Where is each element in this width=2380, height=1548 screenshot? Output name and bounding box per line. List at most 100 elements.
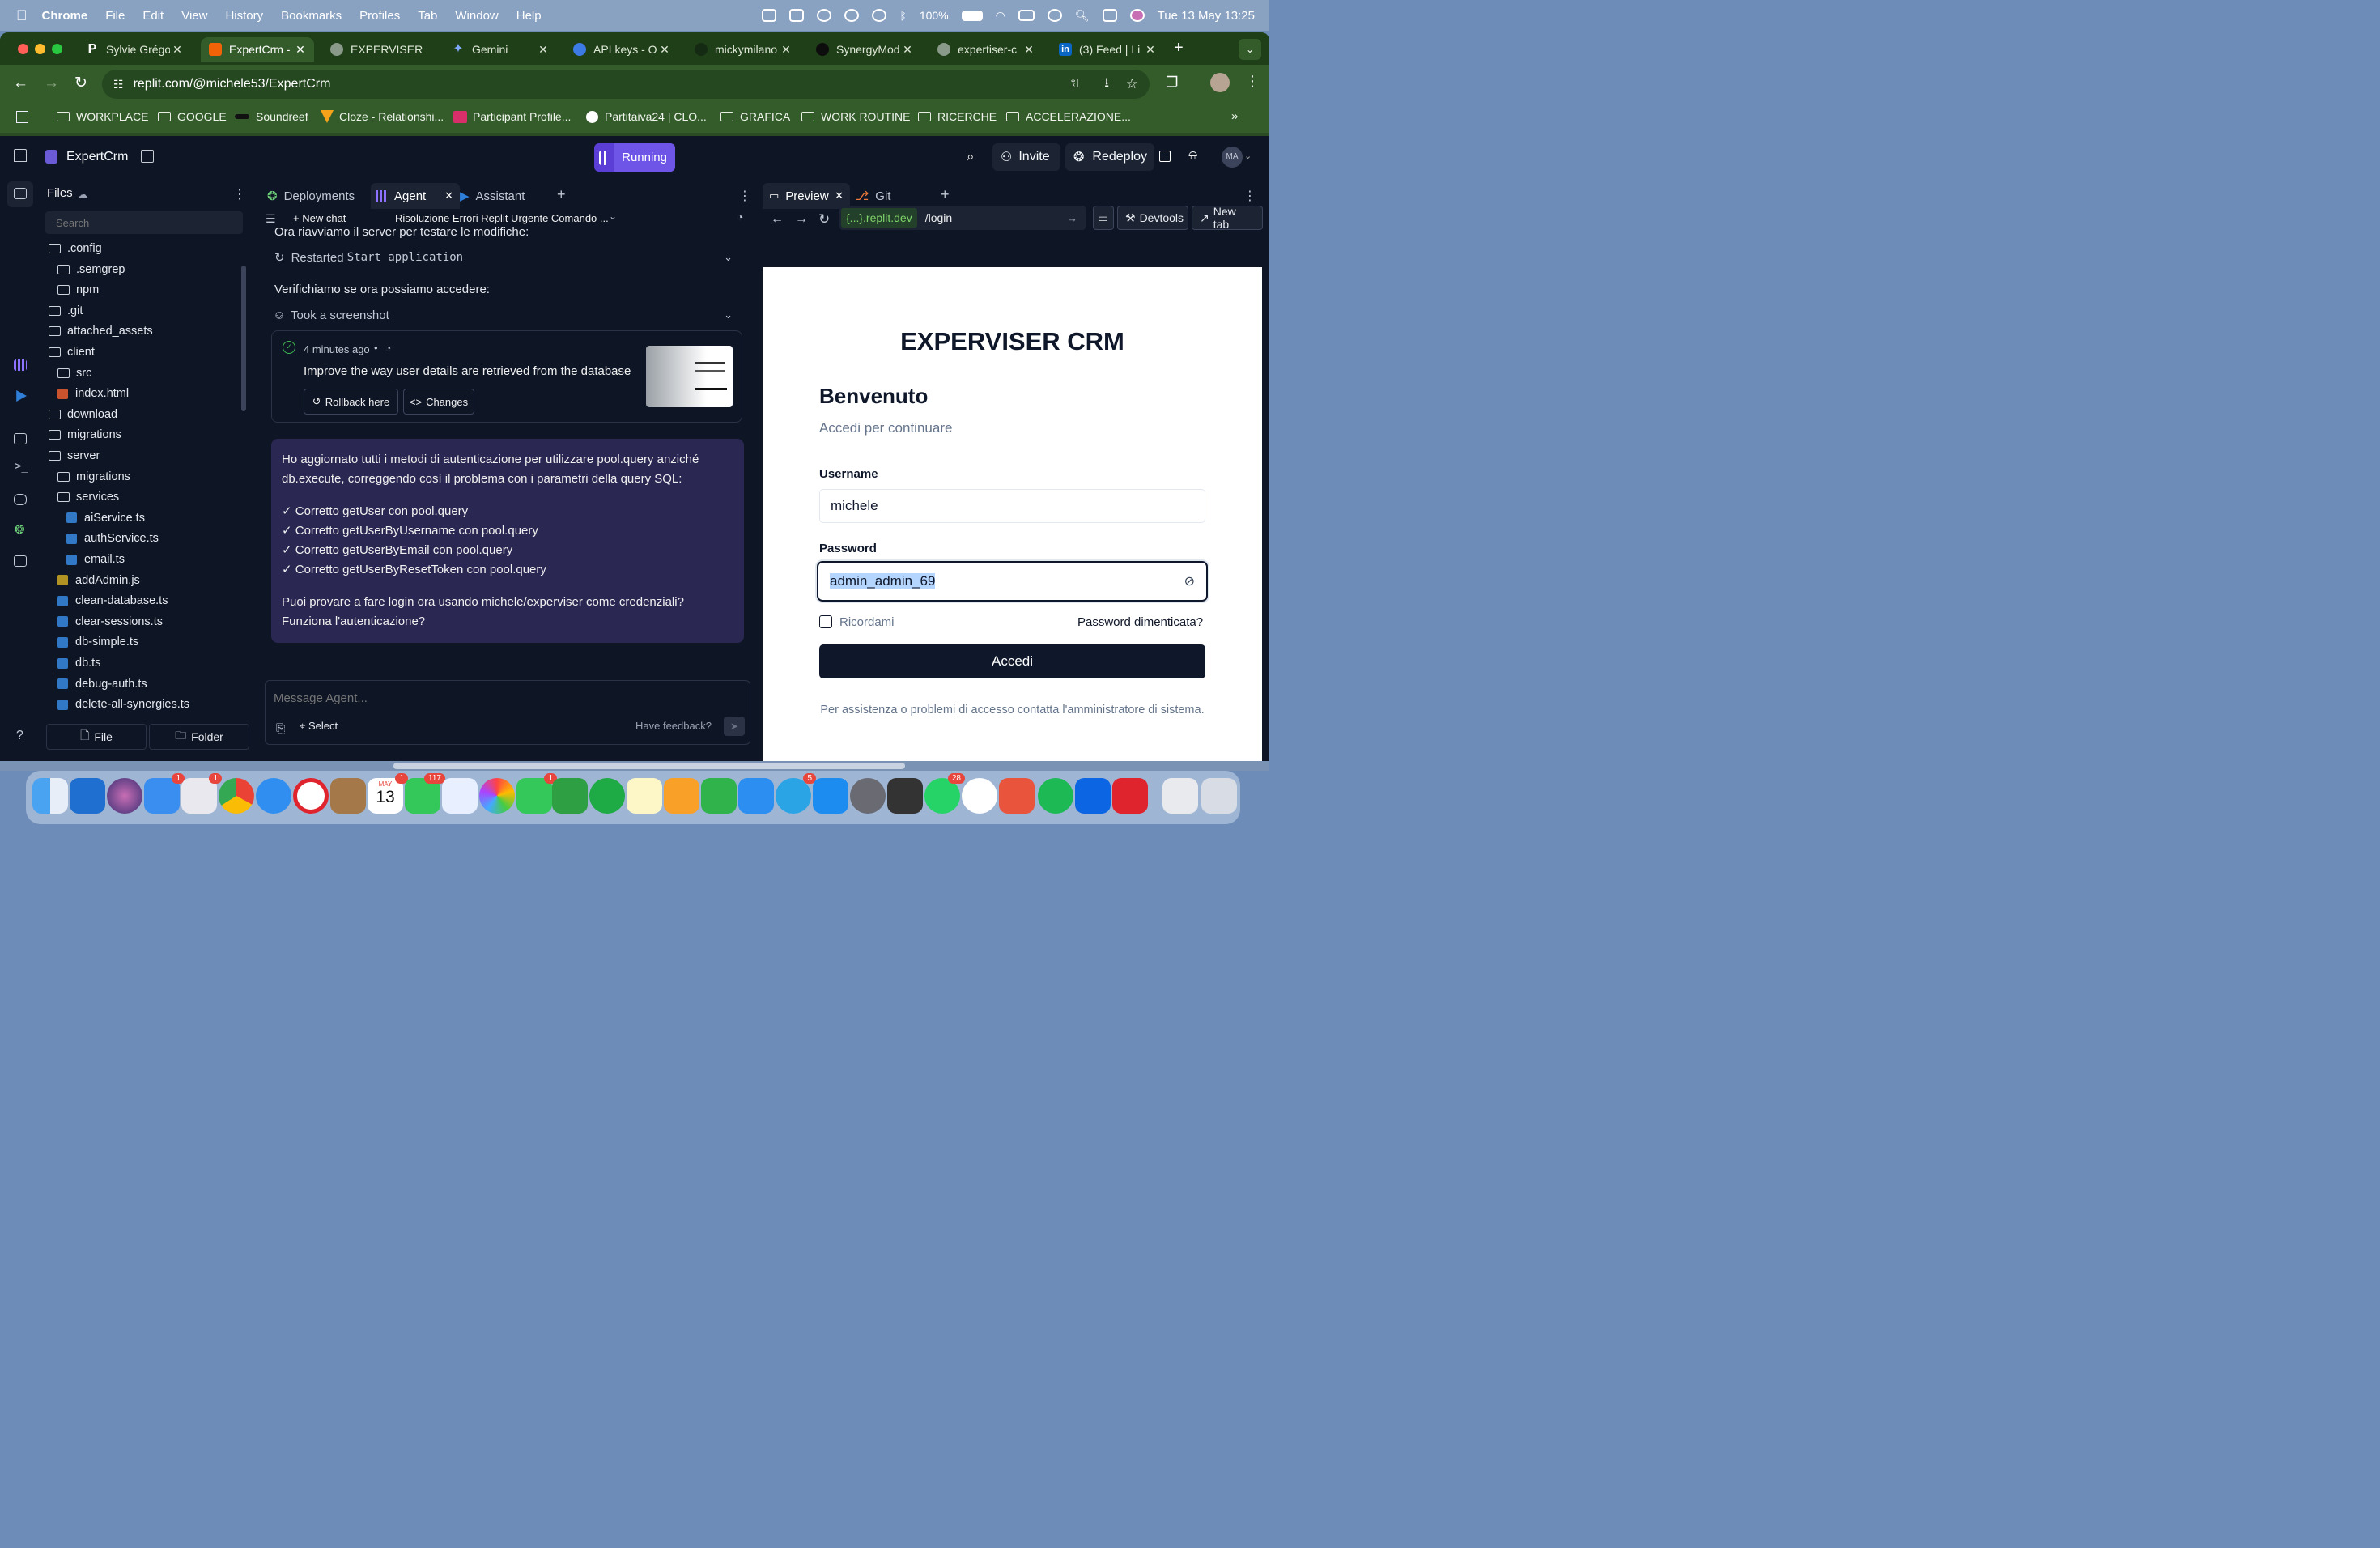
close-tab-icon[interactable]: ✕	[536, 43, 550, 57]
tab-preview[interactable]: ▭ Preview ✕	[763, 183, 850, 209]
notes-icon[interactable]	[627, 778, 662, 814]
messages-icon[interactable]: 117	[405, 773, 445, 814]
battery-icon[interactable]	[961, 10, 983, 21]
menu-window[interactable]: Window	[455, 9, 498, 23]
browser-tab-4[interactable]: ✦ Gemini ✕	[444, 37, 557, 62]
file-tree-item[interactable]: server	[49, 447, 100, 465]
thread-title[interactable]: Risoluzione Errori Replit Urgente Comand…	[395, 212, 609, 224]
back-arrow-icon[interactable]: ←	[13, 74, 28, 92]
bookmark-accelerazione[interactable]: ACCELERAZIONE...	[1006, 110, 1131, 123]
file-tree-item[interactable]: delete-all-synergies.ts	[57, 695, 189, 713]
file-tree-item[interactable]: attached_assets	[49, 322, 153, 340]
browser-tab-2[interactable]: ExpertCrm - ✕	[201, 37, 314, 62]
history-list-icon[interactable]: ☰	[266, 212, 276, 226]
close-tab-icon[interactable]: ✕	[657, 43, 672, 57]
launchpad-icon[interactable]: 1	[181, 773, 222, 814]
preview-back-icon[interactable]: ←	[771, 212, 784, 227]
preview-monitor-icon[interactable]	[14, 433, 27, 444]
acrobat-icon[interactable]	[1112, 778, 1148, 814]
new-file-button[interactable]: 🗋︎ File	[46, 724, 147, 750]
menu-app-name[interactable]: Chrome	[42, 9, 88, 23]
rollback-button[interactable]: ↺ Rollback here	[304, 389, 398, 415]
app-store-icon[interactable]	[813, 778, 848, 814]
finder-icon[interactable]	[32, 778, 68, 814]
file-tree-item[interactable]: .semgrep	[57, 261, 125, 279]
file-tree-item[interactable]: clear-sessions.ts	[57, 613, 163, 631]
tab-assistant[interactable]: ▶ Assistant	[460, 183, 541, 209]
browser-tab-3[interactable]: EXPERVISER	[322, 37, 436, 62]
browser-tab-8[interactable]: expertiser-c ✕	[929, 37, 1043, 62]
close-tab-icon[interactable]: ✕	[900, 43, 915, 57]
close-tab-icon[interactable]: ✕	[444, 189, 453, 202]
menu-tab[interactable]: Tab	[418, 9, 437, 23]
add-tab-plus-icon[interactable]: +	[557, 186, 566, 203]
keyboard-icon[interactable]	[1018, 10, 1035, 21]
password-field[interactable]: admin_admin_69 ⊘	[817, 561, 1208, 602]
play-status-icon[interactable]	[844, 9, 860, 22]
chatgpt-icon[interactable]	[962, 778, 997, 814]
close-tab-icon[interactable]: ✕	[293, 43, 308, 57]
siri-icon[interactable]	[1129, 9, 1145, 22]
menu-view[interactable]: View	[181, 9, 207, 23]
downloads-stack-icon[interactable]	[1162, 778, 1198, 814]
select-element-button[interactable]: ⌖ Select	[300, 720, 338, 733]
chat-icon[interactable]	[552, 778, 588, 814]
add-tab-plus-icon[interactable]: +	[941, 186, 950, 203]
forgot-password-link[interactable]: Password dimenticata?	[1077, 615, 1203, 629]
contacts-icon[interactable]	[330, 778, 366, 814]
file-tree-item[interactable]: .config	[49, 240, 102, 257]
airdrop-icon[interactable]	[872, 9, 887, 22]
bookmark-ricerche[interactable]: RICERCHE	[918, 110, 997, 123]
search-icon[interactable]: ⌕	[967, 149, 975, 165]
close-tab-icon[interactable]: ✕	[835, 189, 844, 202]
panel-menu-icon[interactable]: ⋮	[738, 188, 751, 204]
close-tab-icon[interactable]: ✕	[170, 43, 185, 57]
menu-file[interactable]: File	[105, 9, 125, 23]
file-tree-item[interactable]: migrations	[49, 426, 121, 444]
file-tree-item[interactable]: client	[49, 343, 95, 361]
menu-history[interactable]: History	[225, 9, 263, 23]
feedback-link[interactable]: Have feedback?	[635, 720, 712, 732]
trash-icon[interactable]	[1201, 778, 1237, 814]
forward-arrow-icon[interactable]: →	[44, 74, 59, 92]
file-tree-item[interactable]: npm	[57, 281, 99, 299]
changes-button[interactable]: <> Changes	[403, 389, 474, 415]
browser-tab-7[interactable]: SynergyMod ✕	[808, 37, 921, 62]
browser-tab-9[interactable]: in (3) Feed | Li ✕	[1051, 37, 1164, 62]
files-menu-icon[interactable]: ⋮	[233, 186, 246, 202]
new-folder-button[interactable]: 🗀︎ Folder	[149, 724, 249, 750]
file-tree-item[interactable]: db-simple.ts	[57, 633, 138, 651]
chatgpt-status-icon[interactable]	[817, 9, 832, 22]
close-tab-icon[interactable]: ✕	[779, 43, 793, 57]
calendar-icon[interactable]: MAY 13 1	[368, 773, 408, 814]
file-tree-item[interactable]: download	[49, 406, 117, 423]
evernote-icon[interactable]	[589, 778, 625, 814]
opera-icon[interactable]	[293, 778, 329, 814]
apps-grid-icon[interactable]	[16, 111, 28, 123]
agent-icon[interactable]	[14, 359, 27, 371]
send-icon[interactable]: ➤	[724, 717, 745, 736]
bookmark-star-icon[interactable]: ☆	[1126, 76, 1138, 92]
close-window-button[interactable]	[18, 44, 28, 54]
restart-action-row[interactable]: ↻ Restarted Start application ⌄	[274, 248, 737, 267]
files-search-input[interactable]	[45, 211, 243, 234]
maps-icon[interactable]	[442, 778, 478, 814]
preview-reload-icon[interactable]: ↻	[818, 211, 830, 228]
screenshot-thumbnail[interactable]	[646, 346, 733, 407]
chrome-menu-icon[interactable]: ⋮	[1245, 73, 1260, 90]
file-tree-item[interactable]: clean-database.ts	[57, 592, 168, 610]
redeploy-button[interactable]: ❂ Redeploy	[1065, 143, 1154, 171]
menu-help[interactable]: Help	[516, 9, 542, 23]
telegram-icon[interactable]: 5	[776, 773, 816, 814]
profile-avatar[interactable]	[1210, 73, 1230, 92]
deployments-icon[interactable]: ❂	[15, 522, 25, 537]
extensions-icon[interactable]: ❐	[1166, 74, 1178, 91]
menu-edit[interactable]: Edit	[142, 9, 164, 23]
photos-icon[interactable]	[479, 778, 515, 814]
site-info-icon[interactable]: ☷	[113, 78, 124, 91]
close-tab-icon[interactable]: ✕	[1143, 43, 1158, 57]
bookmark-google[interactable]: GOOGLE	[158, 110, 227, 123]
speed-gauge-icon[interactable]: ◔	[737, 211, 743, 223]
bookmark-grafica[interactable]: GRAFICA	[720, 110, 790, 123]
file-tree-item[interactable]: debug-auth.ts	[57, 675, 147, 693]
